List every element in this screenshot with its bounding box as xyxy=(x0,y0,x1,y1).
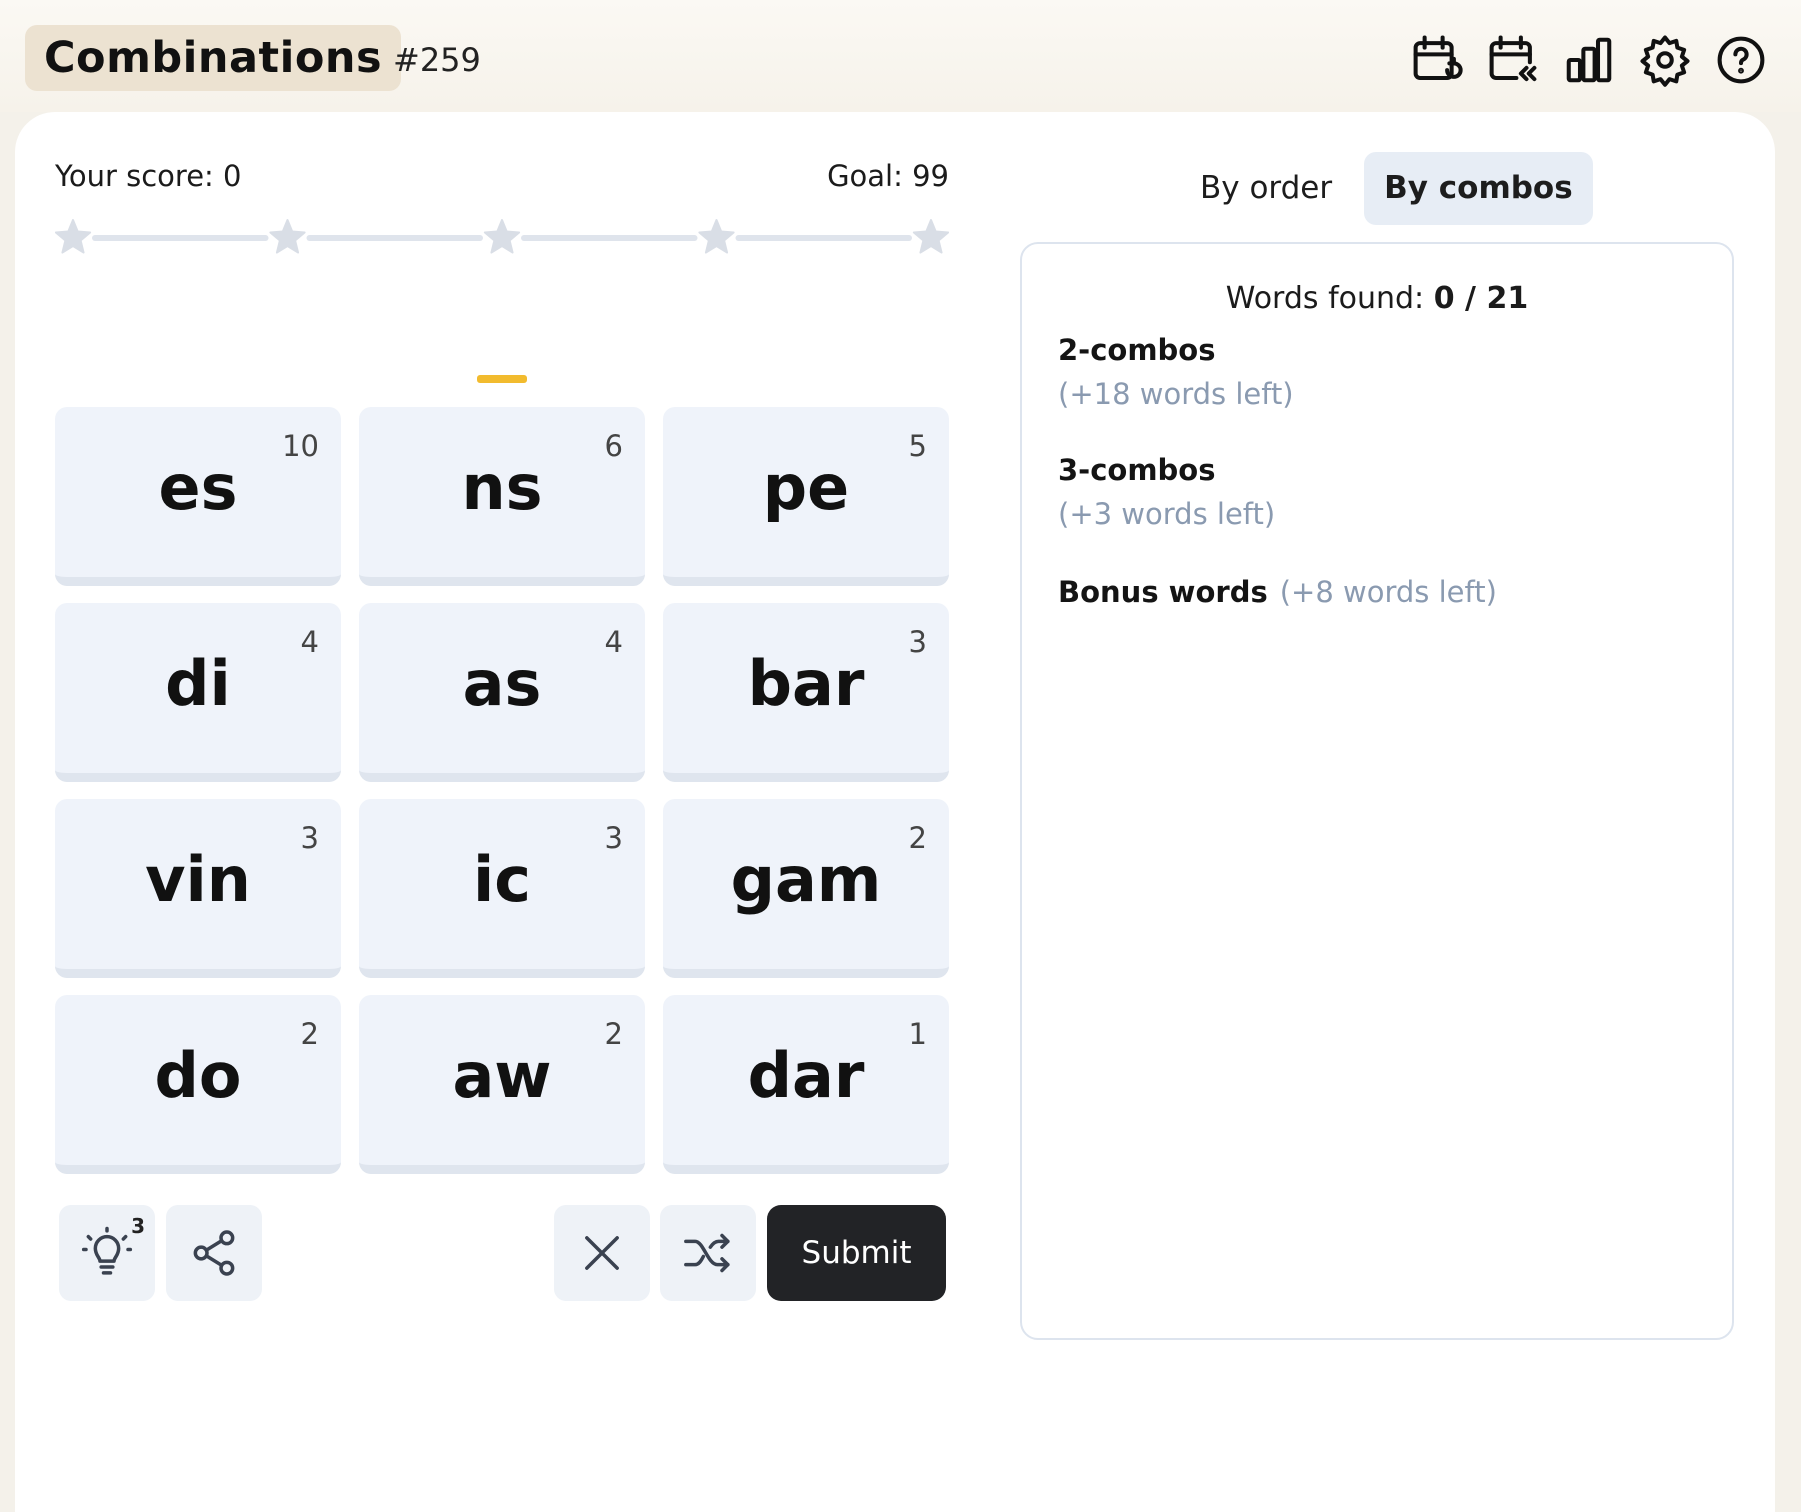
goal-label: Goal: 99 xyxy=(827,159,949,193)
share-button[interactable] xyxy=(166,1205,262,1301)
letter-tile[interactable]: dar 1 xyxy=(663,995,949,1174)
tab-by-combos[interactable]: By combos xyxy=(1364,152,1593,225)
tile-count: 3 xyxy=(908,625,927,659)
star-icon xyxy=(698,219,735,254)
shuffle-icon xyxy=(684,1233,730,1273)
combo-group-bonus[interactable]: Bonus words (+8 words left) xyxy=(1058,574,1497,610)
lightbulb-icon xyxy=(81,1226,133,1275)
tile-letters: pe xyxy=(762,451,850,524)
tile-count: 2 xyxy=(300,1017,319,1051)
star-icon xyxy=(269,219,306,254)
tile-letters: do xyxy=(154,1039,242,1112)
letter-tile[interactable]: pe 5 xyxy=(663,407,949,586)
tile-letters: bar xyxy=(747,647,865,720)
star-icon xyxy=(483,219,521,254)
combo-group-title: 2-combos xyxy=(1058,333,1216,367)
tile-count: 3 xyxy=(300,821,319,855)
tile-count: 3 xyxy=(604,821,623,855)
letter-tile[interactable]: bar 3 xyxy=(663,603,949,782)
letter-tile[interactable]: ic 3 xyxy=(359,799,645,978)
stats-icon[interactable] xyxy=(1559,30,1619,90)
tile-letters: ns xyxy=(461,451,543,524)
controls-row: 3 Submit xyxy=(55,1205,949,1301)
words-found-label: Words found: xyxy=(1225,281,1425,316)
letter-tile[interactable]: gam 2 xyxy=(663,799,949,978)
letter-tile[interactable]: do 2 xyxy=(55,995,341,1174)
tile-grid: es 10 ns 6 pe 5 di 4 as 4 bar 3 vin 3 ic 3 gam 2 do 2 aw 2 dar… xyxy=(55,407,949,1174)
top-icon-bar xyxy=(1407,30,1771,90)
combo-group-2[interactable]: 2-combos (+18 words left) xyxy=(1058,332,1294,412)
view-tabs: By order By combos xyxy=(1180,152,1593,225)
puzzle-number: #259 xyxy=(393,41,481,79)
word-input-caret xyxy=(477,375,527,383)
tile-letters: dar xyxy=(747,1039,865,1112)
hint-count-badge: 3 xyxy=(131,1214,145,1238)
star-icon xyxy=(912,219,950,254)
tile-count: 2 xyxy=(908,821,927,855)
tile-letters: di xyxy=(165,647,231,720)
letter-tile[interactable]: es 10 xyxy=(55,407,341,586)
hint-button[interactable]: 3 xyxy=(59,1205,155,1301)
help-icon[interactable] xyxy=(1711,30,1771,90)
clear-button[interactable] xyxy=(554,1205,650,1301)
tile-count: 4 xyxy=(300,625,319,659)
letter-tile[interactable]: di 4 xyxy=(55,603,341,782)
combo-group-remaining: (+18 words left) xyxy=(1058,377,1294,411)
settings-icon[interactable] xyxy=(1635,30,1695,90)
tile-letters: gam xyxy=(730,843,882,916)
calendar-rewind-icon[interactable] xyxy=(1483,30,1543,90)
submit-button[interactable]: Submit xyxy=(767,1205,946,1301)
star-icon xyxy=(54,219,92,254)
top-bar: Combinations #259 xyxy=(0,0,1801,112)
close-icon xyxy=(585,1236,619,1270)
letter-tile[interactable]: as 4 xyxy=(359,603,645,782)
tile-count: 6 xyxy=(604,429,623,463)
words-found-counter: Words found: 0 / 21 xyxy=(1022,280,1732,318)
tile-count: 10 xyxy=(282,429,319,463)
tile-count: 4 xyxy=(604,625,623,659)
score-row: Your score: 0 Goal: 99 xyxy=(55,158,949,194)
tile-letters: es xyxy=(158,451,238,524)
tile-letters: vin xyxy=(145,843,251,916)
app-title[interactable]: Combinations xyxy=(25,25,402,91)
tile-count: 2 xyxy=(604,1017,623,1051)
letter-tile[interactable]: vin 3 xyxy=(55,799,341,978)
combo-group-title: 3-combos xyxy=(1058,453,1216,487)
tile-letters: ic xyxy=(472,843,531,916)
letter-tile[interactable]: ns 6 xyxy=(359,407,645,586)
combo-group-remaining: (+3 words left) xyxy=(1058,497,1276,531)
tile-count: 1 xyxy=(908,1017,927,1051)
found-words-panel: Words found: 0 / 21 2-combos (+18 words … xyxy=(1020,242,1734,1340)
combo-group-title: Bonus words xyxy=(1058,575,1268,609)
combo-group-remaining: (+8 words left) xyxy=(1279,575,1497,609)
letter-tile[interactable]: aw 2 xyxy=(359,995,645,1174)
shuffle-button[interactable] xyxy=(660,1205,756,1301)
combo-group-3[interactable]: 3-combos (+3 words left) xyxy=(1058,452,1275,532)
share-icon xyxy=(193,1230,235,1276)
tab-by-order[interactable]: By order xyxy=(1180,152,1352,225)
tile-letters: as xyxy=(462,647,542,720)
calendar-refresh-icon[interactable] xyxy=(1407,30,1467,90)
words-found-value: 0 / 21 xyxy=(1433,281,1529,316)
tile-letters: aw xyxy=(452,1039,552,1112)
tile-count: 5 xyxy=(908,429,927,463)
score-progress xyxy=(54,218,950,258)
score-label: Your score: 0 xyxy=(55,159,242,193)
